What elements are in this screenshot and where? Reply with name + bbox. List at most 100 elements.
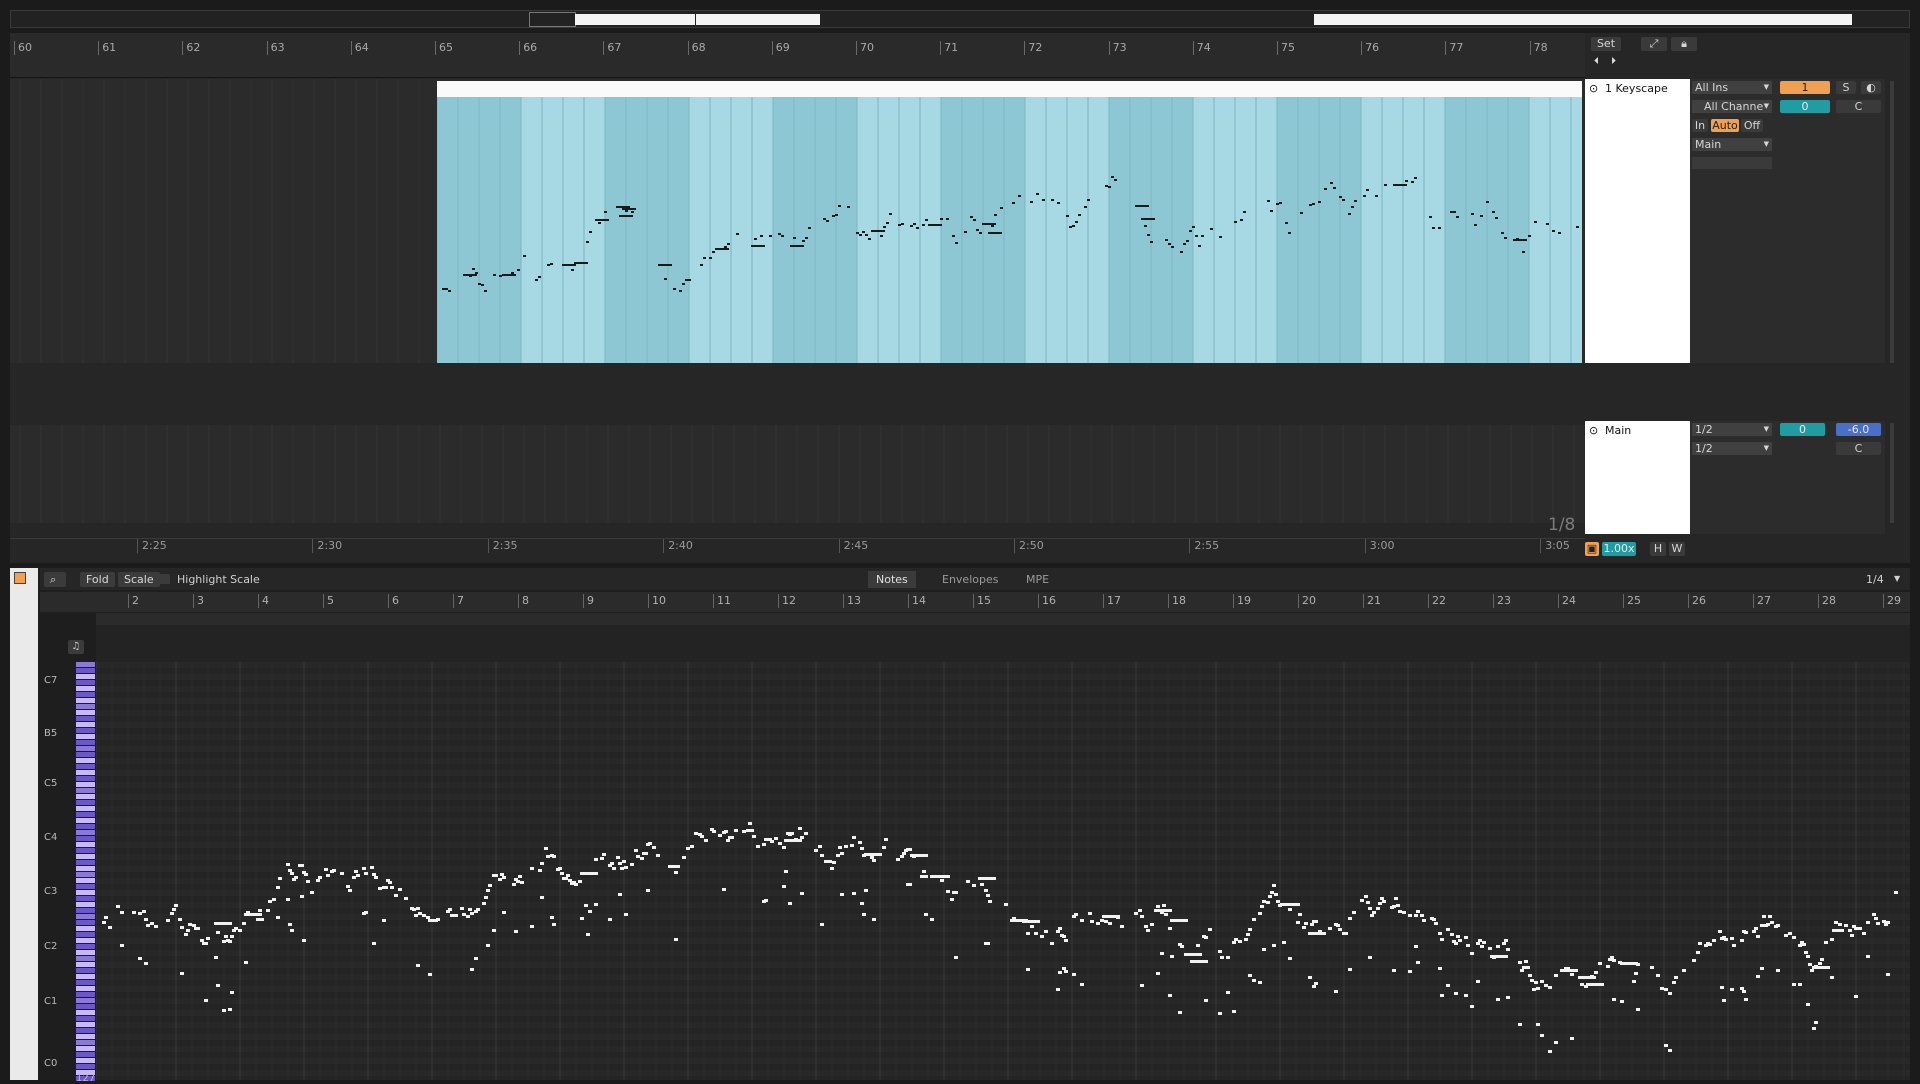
bar-number-62: 62: [182, 41, 200, 55]
bar-number-74: 74: [1192, 41, 1211, 55]
time-label: 3:05: [1540, 539, 1570, 553]
output-channel-field[interactable]: [1692, 157, 1772, 169]
editor-beat-ruler[interactable]: 2 3 4 5 6 7 8 9 10 11 12 13 14 15 16 17 18 19 20 21 22 23 24 25…: [40, 592, 1910, 612]
editor-bar-8: 8: [518, 594, 529, 608]
expand-icon[interactable]: ⤢: [1641, 37, 1667, 51]
monitor-off-button[interactable]: Off: [1741, 119, 1763, 132]
bar-number-68: 68: [687, 41, 706, 55]
h-button[interactable]: H: [1650, 542, 1666, 556]
arm-record-icon[interactable]: ◐: [1861, 81, 1881, 94]
editor-bar-20: 20: [1298, 594, 1316, 608]
clip-notes-preview: [437, 97, 1582, 363]
grid-quantize-display: 1/8: [1548, 515, 1576, 535]
highlight-scale-label: Highlight Scale: [177, 573, 260, 586]
track-lane-keyscape[interactable]: [10, 79, 1585, 363]
midi-clip[interactable]: [437, 81, 1582, 363]
editor-bar-19: 19: [1233, 594, 1251, 608]
grid-value-select[interactable]: 1/4: [1866, 573, 1884, 586]
editor-bar-16: 16: [1038, 594, 1056, 608]
time-ruler[interactable]: 2:25 2:30 2:35 2:40 2:45 2:50 2:55 3:00 3:05: [10, 538, 1585, 561]
editor-bar-13: 13: [843, 594, 861, 608]
track-fold-icon[interactable]: ⊙: [1589, 424, 1598, 437]
lock-icon[interactable]: 🔒︎: [1671, 37, 1697, 51]
time-label: 2:55: [1189, 539, 1219, 553]
velocity-max-label: 127: [76, 1073, 96, 1084]
pan-field[interactable]: C: [1836, 100, 1881, 113]
editor-bar-2: 2: [128, 594, 139, 608]
fold-button[interactable]: Fold: [80, 572, 115, 587]
beat-time-ruler[interactable]: 60 61 62 63 64 65 66 67 68 69 70 71 72 73 74 75 76 77 78: [10, 33, 1585, 78]
piano-keyboard[interactable]: [76, 662, 95, 1081]
solo-button[interactable]: S: [1836, 81, 1856, 94]
time-label: 2:40: [663, 539, 693, 553]
key-label-B5: B5: [44, 728, 58, 739]
pan-center-field[interactable]: C: [1836, 442, 1881, 455]
overview-navigator[interactable]: [10, 10, 1910, 28]
editor-bar-12: 12: [778, 594, 796, 608]
output-select-1[interactable]: 1/2: [1692, 423, 1772, 436]
volume-field[interactable]: -6.0: [1836, 423, 1881, 436]
editor-bar-9: 9: [583, 594, 594, 608]
clip-activator-icon[interactable]: [14, 572, 26, 584]
bar-number-77: 77: [1445, 41, 1463, 55]
track-activator-button[interactable]: 1: [1780, 81, 1830, 94]
editor-bar-17: 17: [1103, 594, 1121, 608]
monitor-in-button[interactable]: In: [1692, 119, 1708, 132]
bar-number-61: 61: [98, 41, 116, 55]
bar-number-65: 65: [435, 41, 453, 55]
empty-lane-area[interactable]: [10, 79, 437, 363]
time-label: 3:00: [1364, 539, 1395, 553]
forward-arrow-icon[interactable]: ⏵: [1611, 56, 1616, 67]
follow-icon[interactable]: ▣: [1585, 542, 1599, 556]
tab-notes[interactable]: Notes: [868, 571, 916, 588]
overview-frame[interactable]: [529, 12, 576, 27]
headphones-icon[interactable]: ♫: [68, 640, 84, 654]
back-arrow-icon[interactable]: ⏴: [1594, 56, 1599, 67]
search-icon[interactable]: ⌕: [44, 572, 66, 587]
output-select-2[interactable]: 1/2: [1692, 442, 1772, 455]
pan-field[interactable]: 0: [1780, 423, 1825, 436]
note-grid[interactable]: [96, 662, 1910, 1080]
highlight-scale-checkbox[interactable]: [160, 574, 170, 584]
chevron-down-icon[interactable]: ▼: [1894, 574, 1900, 583]
editor-bar-14: 14: [908, 594, 926, 608]
track-volume-field[interactable]: 0: [1780, 100, 1830, 113]
track-header-main[interactable]: ⊙ Main: [1585, 421, 1690, 534]
clip-title-bar[interactable]: [437, 81, 1582, 97]
editor-bar-23: 23: [1493, 594, 1511, 608]
track-lane-main[interactable]: [10, 425, 1585, 523]
editor-bar-18: 18: [1168, 594, 1186, 608]
track-header-keyscape[interactable]: ⊙ 1 Keyscape: [1585, 79, 1690, 363]
tab-envelopes[interactable]: Envelopes: [934, 571, 1006, 588]
w-button[interactable]: W: [1669, 542, 1685, 556]
key-label-C2: C2: [44, 941, 58, 952]
bar-number-72: 72: [1024, 41, 1042, 55]
output-select[interactable]: Main: [1692, 138, 1772, 151]
scale-button[interactable]: Scale: [118, 572, 160, 587]
editor-bar-22: 22: [1428, 594, 1446, 608]
monitor-auto-button[interactable]: Auto: [1711, 119, 1739, 132]
tab-mpe[interactable]: MPE: [1018, 571, 1057, 588]
editor-scroll-area[interactable]: [96, 625, 1910, 662]
bar-number-64: 64: [350, 41, 369, 55]
track-fold-icon[interactable]: ⊙: [1589, 82, 1598, 95]
bar-number-69: 69: [771, 41, 790, 55]
editor-bar-24: 24: [1558, 594, 1576, 608]
editor-bar-5: 5: [323, 594, 334, 608]
time-label: 2:25: [137, 539, 167, 553]
key-label-C3: C3: [44, 886, 58, 897]
track-meter: [1890, 423, 1894, 523]
editor-bar-7: 7: [453, 594, 464, 608]
editor-bar-25: 25: [1623, 594, 1641, 608]
editor-toolbar: ⌕ Fold Scale Highlight Scale Notes Envel…: [40, 568, 1910, 590]
tempo-stretch-field[interactable]: 1.00x: [1602, 542, 1636, 556]
set-button[interactable]: Set: [1591, 37, 1621, 51]
editor-bar-15: 15: [973, 594, 991, 608]
bar-number-70: 70: [856, 41, 874, 55]
input-type-select[interactable]: All Ins: [1692, 81, 1772, 94]
input-channel-select[interactable]: All Channe: [1692, 100, 1772, 113]
arrangement-view: 60 61 62 63 64 65 66 67 68 69 70 71 72 73 74 75 76 77 78 S…: [10, 33, 1910, 563]
bar-number-67: 67: [603, 41, 621, 55]
time-label: 2:30: [312, 539, 342, 553]
editor-bar-6: 6: [388, 594, 399, 608]
